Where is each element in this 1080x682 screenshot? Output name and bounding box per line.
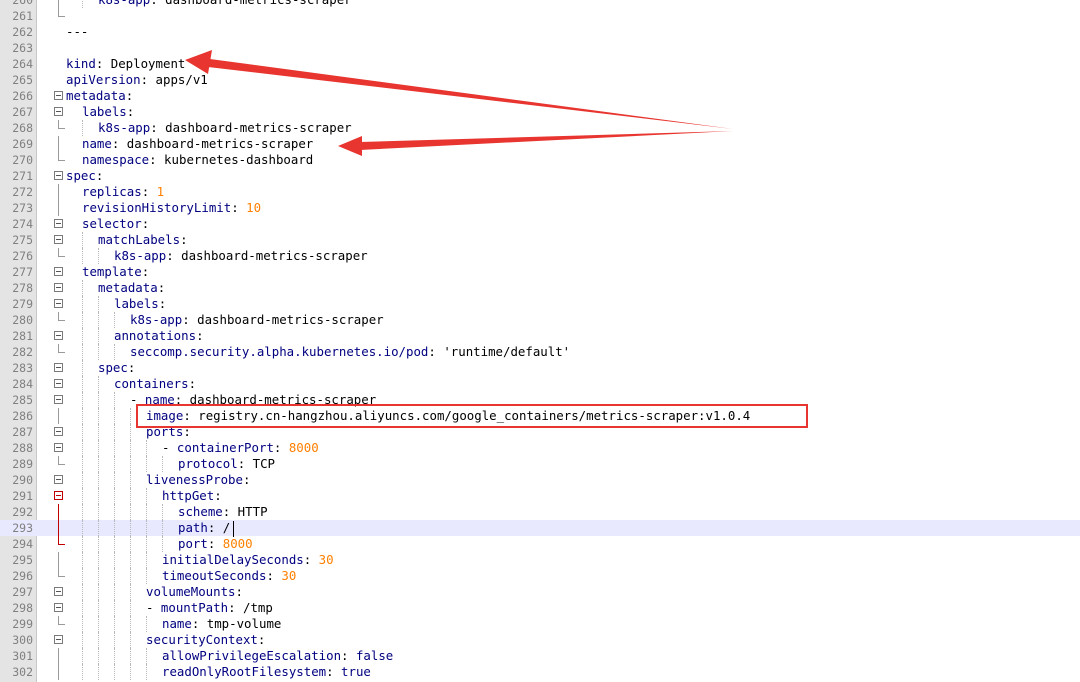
arrow-to-name-field bbox=[338, 131, 733, 156]
annotation-arrows bbox=[185, 50, 733, 156]
arrow-to-kind-deployment bbox=[185, 50, 733, 129]
